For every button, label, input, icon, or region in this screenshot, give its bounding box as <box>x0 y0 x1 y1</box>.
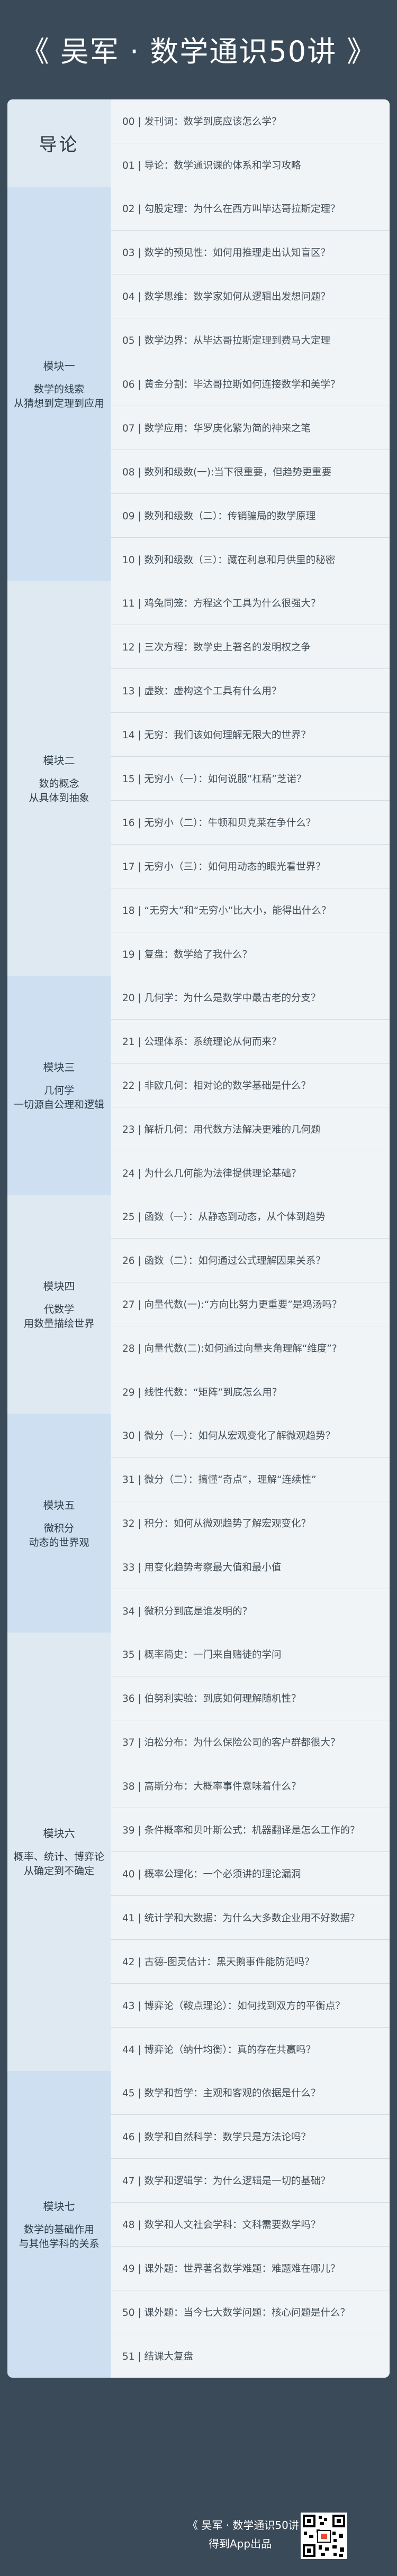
lesson-item[interactable]: 37 | 泊松分布：为什么保险公司的客户群都很大？ <box>111 1720 390 1764</box>
module-label: 模块五微积分 动态的世界观 <box>7 1414 111 1633</box>
footer-publisher: 得到App出品 <box>209 2537 272 2550</box>
lesson-item[interactable]: 28 | 向量代数(二):如何通过向量夹角理解“维度”? <box>111 1326 390 1370</box>
footer: 《 吴军 · 数学通识50讲 》 得到App出品 <box>0 2497 397 2576</box>
lesson-item[interactable]: 20 | 几何学：为什么是数学中最古老的分支？ <box>111 976 390 1020</box>
lesson-item[interactable]: 06 | 黄金分割：毕达哥拉斯如何连接数学和美学？ <box>111 362 390 406</box>
lesson-list: 11 | 鸡兔同笼：方程这个工具为什么很强大？ 12 | 三次方程：数学史上著名的… <box>111 581 390 976</box>
lesson-item[interactable]: 11 | 鸡兔同笼：方程这个工具为什么很强大？ <box>111 581 390 625</box>
lesson-item[interactable]: 09 | 数列和级数（二）：传销骗局的数学原理 <box>111 494 390 538</box>
lesson-item[interactable]: 15 | 无穷小（一）：如何说服“杠精”芝诺？ <box>111 757 390 801</box>
lesson-list: 00 | 发刊词：数学到底应该怎么学？ 01 | 导论：数学通识课的体系和学习攻略 <box>111 99 390 187</box>
lesson-item[interactable]: 00 | 发刊词：数学到底应该怎么学？ <box>111 99 390 143</box>
lesson-item[interactable]: 45 | 数学和哲学：主观和客观的依据是什么？ <box>111 2071 390 2115</box>
module-title: 模块五 <box>43 1498 75 1511</box>
lesson-item[interactable]: 23 | 解析几何：用代数方法解决更难的几何题 <box>111 1107 390 1151</box>
lesson-list: 45 | 数学和哲学：主观和客观的依据是什么？ 46 | 数学和自然科学：数学只是… <box>111 2071 390 2378</box>
course-outline-page: 《 吴军 · 数学通识50讲 》 导论 00 | 发刊词：数学到底应该怎么学？ 01… <box>0 0 397 2576</box>
lesson-item[interactable]: 29 | 线性代数：“矩阵”到底怎么用？ <box>111 1370 390 1414</box>
lesson-item[interactable]: 50 | 课外题：当今七大数学问题：核心问题是什么？ <box>111 2290 390 2334</box>
lesson-item[interactable]: 35 | 概率简史：一门来自赌徒的学问 <box>111 1633 390 1676</box>
module-label: 导论 <box>7 99 111 187</box>
lesson-item[interactable]: 25 | 函数（一）：从静态到动态，从个体到趋势 <box>111 1195 390 1239</box>
module-title: 模块六 <box>43 1827 75 1840</box>
lesson-item[interactable]: 10 | 数列和级数（三）：藏在利息和月供里的秘密 <box>111 538 390 581</box>
lesson-item[interactable]: 38 | 高斯分布：大概率事件意味着什么？ <box>111 1764 390 1808</box>
lesson-item[interactable]: 13 | 虚数：虚构这个工具有什么用？ <box>111 669 390 713</box>
lesson-item[interactable]: 22 | 非欧几何：相对论的数学基础是什么？ <box>111 1064 390 1107</box>
module-title: 模块一 <box>43 359 75 372</box>
module-label: 模块四代数学 用数量描绘世界 <box>7 1195 111 1414</box>
module-label: 模块六概率、统计、博弈论 从确定到不确定 <box>7 1633 111 2071</box>
lesson-item[interactable]: 12 | 三次方程：数学史上著名的发明权之争 <box>111 625 390 669</box>
module-row: 模块七 数学的基础作用 与其他学科的关系 45 | 数学和哲学：主观和客观的依据是什… <box>7 2071 390 2378</box>
module-label: 模块一数学的线索 从猜想到定理到应用 <box>7 187 111 581</box>
module-title: 模块四 <box>43 1279 75 1292</box>
module-title: 模块二 <box>43 754 75 767</box>
lesson-item[interactable]: 39 | 条件概率和贝叶斯公式：机器翻译是怎么工作的？ <box>111 1808 390 1852</box>
qr-code[interactable] <box>301 2513 347 2559</box>
lesson-item[interactable]: 27 | 向量代数(一):“方向比努力更重要”是鸡汤吗？ <box>111 1282 390 1326</box>
lesson-item[interactable]: 14 | 无穷：我们该如何理解无限大的世界？ <box>111 713 390 757</box>
module-row: 模块一 数学的线索 从猜想到定理到应用 02 | 勾股定理：为什么在西方叫毕达哥拉斯… <box>7 187 390 581</box>
lesson-item[interactable]: 05 | 数学边界：从毕达哥拉斯定理到费马大定理 <box>111 318 390 362</box>
lesson-item[interactable]: 26 | 函数（二）：如何通过公式理解因果关系？ <box>111 1239 390 1282</box>
lesson-item[interactable]: 04 | 数学思维：数学家如何从逻辑出发想问题？ <box>111 274 390 318</box>
module-subtitle: 数的概念 从具体到抽象 <box>29 777 89 804</box>
lesson-list: 30 | 微分（一）：如何从宏观变化了解微观趋势？ 31 | 微分（二）：搞懂“奇… <box>111 1414 390 1633</box>
lesson-item[interactable]: 24 | 为什么几何能为法律提供理论基础？ <box>111 1151 390 1195</box>
qr-code-icon <box>303 2515 345 2557</box>
lesson-list: 25 | 函数（一）：从静态到动态，从个体到趋势 26 | 函数（二）：如何通过公… <box>111 1195 390 1414</box>
syllabus-table: 导论 00 | 发刊词：数学到底应该怎么学？ 01 | 导论：数学通识课的体系和学习… <box>7 99 390 2378</box>
lesson-item[interactable]: 33 | 用变化趋势考察最大值和最小值 <box>111 1545 390 1589</box>
lesson-item[interactable]: 49 | 课外题：世界著名数学难题：难题难在哪儿？ <box>111 2247 390 2290</box>
lesson-item[interactable]: 48 | 数学和人文社会学科：文科需要数学吗？ <box>111 2203 390 2247</box>
module-subtitle: 数学的线索 从猜想到定理到应用 <box>13 383 104 409</box>
module-subtitle: 概率、统计、博弈论 从确定到不确定 <box>13 1851 104 1877</box>
footer-course-title: 《 吴军 · 数学通识50讲 》 <box>187 2519 313 2532</box>
module-title: 模块三 <box>43 1060 75 1074</box>
lesson-item[interactable]: 47 | 数学和逻辑学：为什么逻辑是一切的基础？ <box>111 2159 390 2203</box>
module-label: 模块三几何学 一切源自公理和逻辑 <box>7 976 111 1195</box>
lesson-list: 35 | 概率简史：一门来自赌徒的学问 36 | 伯努利实验：到底如何理解随机性？… <box>111 1633 390 2071</box>
module-title: 导论 <box>39 134 79 155</box>
module-subtitle: 数学的基础作用 与其他学科的关系 <box>19 2223 100 2250</box>
module-subtitle: 几何学 一切源自公理和逻辑 <box>13 1084 104 1111</box>
lesson-item[interactable]: 40 | 概率公理化：一个必须讲的理论漏洞 <box>111 1852 390 1896</box>
lesson-item[interactable]: 30 | 微分（一）：如何从宏观变化了解微观趋势？ <box>111 1414 390 1457</box>
lesson-item[interactable]: 44 | 博弈论（纳什均衡）：真的存在共赢吗？ <box>111 2028 390 2071</box>
module-row: 模块二 数的概念 从具体到抽象 11 | 鸡兔同笼：方程这个工具为什么很强大？ 12 … <box>7 581 390 976</box>
lesson-item[interactable]: 32 | 积分：如何从微观趋势了解宏观变化？ <box>111 1501 390 1545</box>
lesson-item[interactable]: 02 | 勾股定理：为什么在西方叫毕达哥拉斯定理？ <box>111 187 390 231</box>
module-title: 模块七 <box>43 2199 75 2213</box>
page-title: 《 吴军 · 数学通识50讲 》 <box>20 35 377 68</box>
module-label: 模块二数的概念 从具体到抽象 <box>7 581 111 976</box>
lesson-item[interactable]: 03 | 数学的预见性：如何用推理走出认知盲区？ <box>111 231 390 274</box>
lesson-item[interactable]: 18 | “无穷大”和“无穷小”比大小，能得出什么？ <box>111 888 390 932</box>
lesson-item[interactable]: 31 | 微分（二）：搞懂“奇点”，理解“连续性” <box>111 1457 390 1501</box>
lesson-list: 02 | 勾股定理：为什么在西方叫毕达哥拉斯定理？ 03 | 数学的预见性：如何用… <box>111 187 390 581</box>
lesson-item[interactable]: 42 | 古德-图灵估计：黑天鹅事件能防范吗？ <box>111 1940 390 1984</box>
lesson-item[interactable]: 21 | 公理体系：系统理论从何而来？ <box>111 1020 390 1064</box>
lesson-item[interactable]: 36 | 伯努利实验：到底如何理解随机性？ <box>111 1676 390 1720</box>
lesson-item[interactable]: 08 | 数列和级数(一):当下很重要，但趋势更重要 <box>111 450 390 494</box>
module-row: 模块六 概率、统计、博弈论 从确定到不确定 35 | 概率简史：一门来自赌徒的学问 3… <box>7 1633 390 2071</box>
module-subtitle: 微积分 动态的世界观 <box>29 1522 89 1548</box>
module-row: 模块三 几何学 一切源自公理和逻辑 20 | 几何学：为什么是数学中最古老的分支？ 2… <box>7 976 390 1195</box>
module-row: 模块四 代数学 用数量描绘世界 25 | 函数（一）：从静态到动态，从个体到趋势 26… <box>7 1195 390 1414</box>
lesson-item[interactable]: 41 | 统计学和大数据：为什么大多数企业用不好数据？ <box>111 1896 390 1940</box>
lesson-item[interactable]: 07 | 数学应用：华罗庚化繁为简的神来之笔 <box>111 406 390 450</box>
module-row: 导论 00 | 发刊词：数学到底应该怎么学？ 01 | 导论：数学通识课的体系和学习… <box>7 99 390 187</box>
module-row: 模块五 微积分 动态的世界观 30 | 微分（一）：如何从宏观变化了解微观趋势？ 31… <box>7 1414 390 1633</box>
lesson-item[interactable]: 19 | 复盘：数学给了我什么？ <box>111 932 390 976</box>
lesson-item[interactable]: 17 | 无穷小（三）：如何用动态的眼光看世界？ <box>111 845 390 888</box>
lesson-item[interactable]: 01 | 导论：数学通识课的体系和学习攻略 <box>111 143 390 187</box>
lesson-list: 20 | 几何学：为什么是数学中最古老的分支？ 21 | 公理体系：系统理论从何而… <box>111 976 390 1195</box>
lesson-item[interactable]: 16 | 无穷小（二）：牛顿和贝克莱在争什么？ <box>111 801 390 845</box>
lesson-item[interactable]: 46 | 数学和自然科学：数学只是方法论吗？ <box>111 2115 390 2159</box>
module-label: 模块七数学的基础作用 与其他学科的关系 <box>7 2071 111 2378</box>
lesson-item[interactable]: 51 | 结课大复盘 <box>111 2334 390 2378</box>
lesson-item[interactable]: 34 | 微积分到底是谁发明的？ <box>111 1589 390 1633</box>
module-subtitle: 代数学 用数量描绘世界 <box>23 1303 94 1330</box>
lesson-item[interactable]: 43 | 博弈论（鞍点理论）：如何找到双方的平衡点？ <box>111 1984 390 2028</box>
